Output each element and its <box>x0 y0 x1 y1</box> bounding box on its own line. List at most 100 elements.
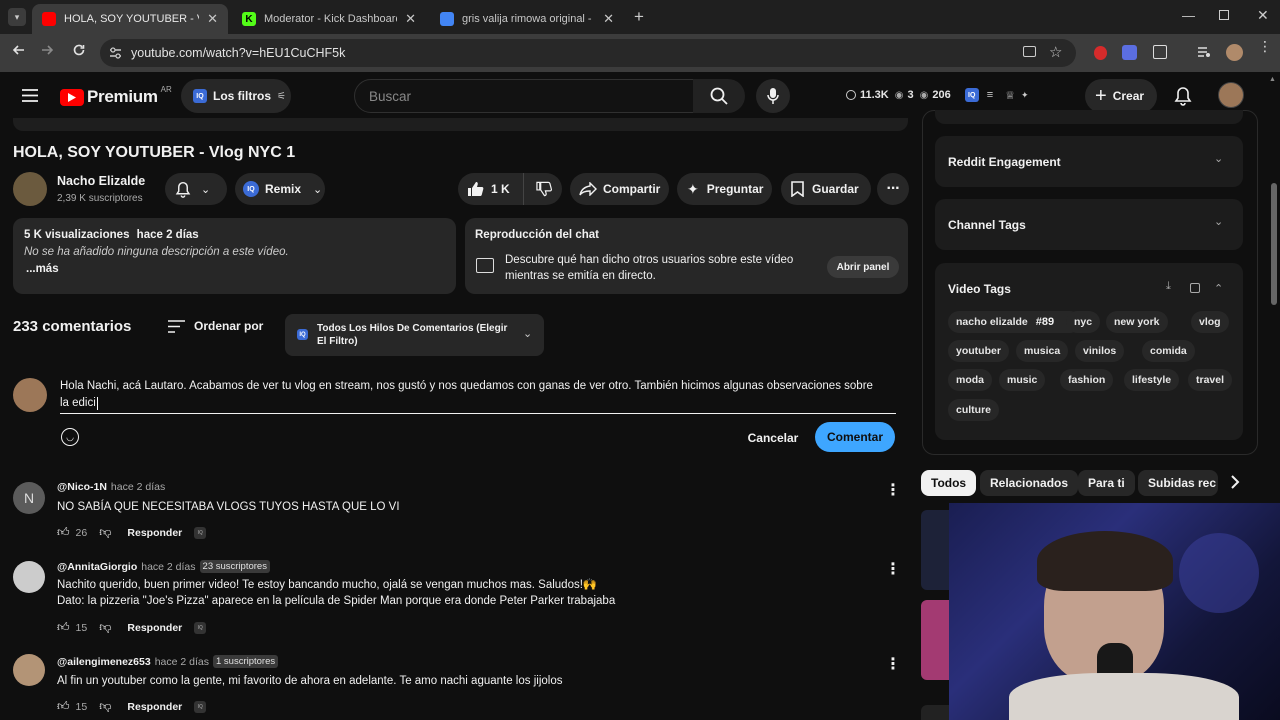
reply-button[interactable]: Responder <box>127 527 182 539</box>
chip-todos[interactable]: Todos <box>921 470 977 496</box>
tag-chip[interactable]: new york <box>1106 311 1168 333</box>
profile-avatar[interactable] <box>1226 44 1243 61</box>
browser-tab-youtube[interactable]: HOLA, SOY YOUTUBER - Vlog N ✕ <box>32 4 228 34</box>
thumbs-down-icon[interactable]: 👎︎ <box>99 525 111 540</box>
tag-chip[interactable]: vinilos <box>1075 340 1125 362</box>
tag-chip[interactable]: youtuber <box>948 340 1009 362</box>
scroll-up-arrow-icon[interactable]: ▲ <box>1269 76 1276 83</box>
tag-chip[interactable]: vlog <box>1191 311 1229 333</box>
chip-para-ti[interactable]: Para ti <box>1078 470 1135 496</box>
share-button[interactable]: Compartir <box>570 173 669 205</box>
chip-subidas[interactable]: Subidas rec <box>1138 470 1218 496</box>
tag-chip[interactable]: musica <box>1016 340 1069 362</box>
filters-button[interactable]: IQ Los filtros ⚟ <box>181 79 291 113</box>
like-button[interactable]: 1 K <box>458 173 524 205</box>
open-panel-button[interactable]: Abrir panel <box>827 256 899 278</box>
comment-time[interactable]: hace 2 días <box>111 481 165 493</box>
award-icon[interactable]: ♕ <box>1005 89 1015 102</box>
remix-button[interactable]: IQ Remix ⌄ <box>235 173 325 205</box>
search-button[interactable] <box>693 79 745 113</box>
comment-avatar[interactable] <box>13 561 45 593</box>
channel-tags-panel[interactable]: Channel Tags ⌄ <box>935 199 1243 250</box>
recommended-thumbnail[interactable] <box>921 600 949 680</box>
comment-menu-icon[interactable]: ⋮ <box>885 654 901 674</box>
tag-chip[interactable]: travel <box>1188 369 1233 391</box>
comment-menu-icon[interactable]: ⋮ <box>885 559 901 579</box>
new-tab-plus-icon[interactable]: + <box>634 7 644 27</box>
voice-search-button[interactable] <box>756 79 790 113</box>
browser-menu-icon[interactable]: ⋮ <box>1258 39 1272 53</box>
thumbs-down-icon[interactable]: 👎︎ <box>99 620 111 635</box>
comment-author[interactable]: @Nico-1N <box>57 481 107 493</box>
browser-tab-google[interactable]: gris valija rimowa original - Goo ✕ <box>430 4 624 34</box>
close-icon[interactable]: ✕ <box>405 11 416 27</box>
chip-relacionados[interactable]: Relacionados <box>980 470 1079 496</box>
iq-reply-icon[interactable]: IQ <box>194 621 207 634</box>
iq-reply-icon[interactable]: IQ <box>194 700 207 713</box>
thumbs-down-icon[interactable]: 👎︎ <box>99 699 111 714</box>
tag-chip[interactable]: music <box>999 369 1046 391</box>
site-info-icon[interactable] <box>109 47 122 59</box>
account-avatar[interactable] <box>1218 82 1244 108</box>
recommended-thumbnail[interactable] <box>921 510 949 590</box>
subscribe-bell-button[interactable]: ⌄ <box>165 173 227 205</box>
comment-avatar[interactable] <box>13 654 45 686</box>
extensions-puzzle-icon[interactable] <box>1153 45 1167 59</box>
address-bar[interactable]: youtube.com/watch?v=hEU1CuCHF5k ☆ <box>100 39 1076 67</box>
minimize-icon[interactable]: — <box>1182 8 1195 23</box>
dislike-button[interactable] <box>524 181 552 197</box>
tag-chip[interactable]: nacho elizalde #89 <box>948 311 1081 333</box>
comment-filter-dropdown[interactable]: IQ Todos Los Hilos De Comentarios (Elegi… <box>285 314 544 356</box>
download-icon[interactable]: ⤓ <box>1166 280 1171 293</box>
submit-comment-button[interactable]: Comentar <box>815 422 895 452</box>
comment-input[interactable]: Hola Nachi, acá Lautaro. Acabamos de ver… <box>60 378 896 414</box>
reply-button[interactable]: Responder <box>127 701 182 713</box>
tag-chip[interactable]: culture <box>948 399 1000 421</box>
tag-chip[interactable]: lifestyle <box>1124 369 1180 391</box>
reddit-engagement-panel[interactable]: Reddit Engagement ⌄ <box>935 136 1243 187</box>
ask-button[interactable]: ✦ Preguntar <box>677 173 772 205</box>
extension-red-icon[interactable] <box>1094 46 1107 60</box>
extension-blue-icon[interactable] <box>1122 45 1137 60</box>
channel-avatar[interactable] <box>13 172 47 206</box>
cancel-button[interactable]: Cancelar <box>740 425 806 451</box>
sparkle-icon[interactable]: ✦ <box>1021 90 1029 101</box>
comment-author[interactable]: @AnnitaGiorgio <box>57 561 137 573</box>
tab-search-button[interactable]: ▾ <box>8 8 26 26</box>
media-controls-icon[interactable] <box>1197 46 1211 58</box>
comment-time[interactable]: hace 2 días <box>155 656 209 668</box>
forward-arrow-icon[interactable] <box>40 43 54 57</box>
tag-chip[interactable]: comida <box>1142 340 1195 362</box>
sort-button[interactable]: Ordenar por <box>168 319 263 333</box>
youtube-logo[interactable]: Premium AR <box>60 85 172 107</box>
close-icon[interactable]: ✕ <box>207 11 218 27</box>
recommended-thumbnail[interactable] <box>921 705 949 720</box>
description-box[interactable]: 5 K visualizaciones hace 2 días No se ha… <box>13 218 456 294</box>
reply-button[interactable]: Responder <box>127 622 182 634</box>
window-close-icon[interactable]: ✕ <box>1257 7 1269 24</box>
tag-chip[interactable]: fashion <box>1060 369 1114 391</box>
more-actions-button[interactable]: ··· <box>877 173 909 205</box>
chevron-right-icon[interactable] <box>1228 474 1242 490</box>
thumbs-up-icon[interactable]: 👍︎ <box>57 525 70 540</box>
bookmark-star-icon[interactable]: ☆ <box>1049 43 1062 61</box>
comment-author[interactable]: @ailengimenez653 <box>57 656 151 668</box>
save-button[interactable]: Guardar <box>781 173 871 205</box>
iq-reply-icon[interactable]: IQ <box>194 526 207 539</box>
thumbs-up-icon[interactable]: 👍︎ <box>57 699 70 714</box>
emoji-picker-icon[interactable]: ◡ <box>61 428 79 446</box>
sidebar-scrollbar[interactable] <box>1271 183 1277 305</box>
iq-logo-icon[interactable]: IQ <box>964 88 979 102</box>
back-arrow-icon[interactable] <box>12 43 26 57</box>
comment-menu-icon[interactable]: ⋮ <box>885 480 901 500</box>
channel-name[interactable]: Nacho Elizalde <box>57 174 145 188</box>
tag-chip[interactable]: moda <box>948 369 993 391</box>
copy-icon[interactable] <box>1190 283 1200 293</box>
cast-icon[interactable] <box>1023 46 1036 57</box>
search-box[interactable]: Buscar <box>354 79 694 113</box>
list-icon[interactable]: ≡ <box>987 89 993 101</box>
notifications-bell-icon[interactable] <box>1174 86 1192 106</box>
hamburger-menu-icon[interactable] <box>22 89 38 102</box>
comment-avatar[interactable]: N <box>13 482 45 514</box>
comment-time[interactable]: hace 2 días <box>141 561 195 573</box>
